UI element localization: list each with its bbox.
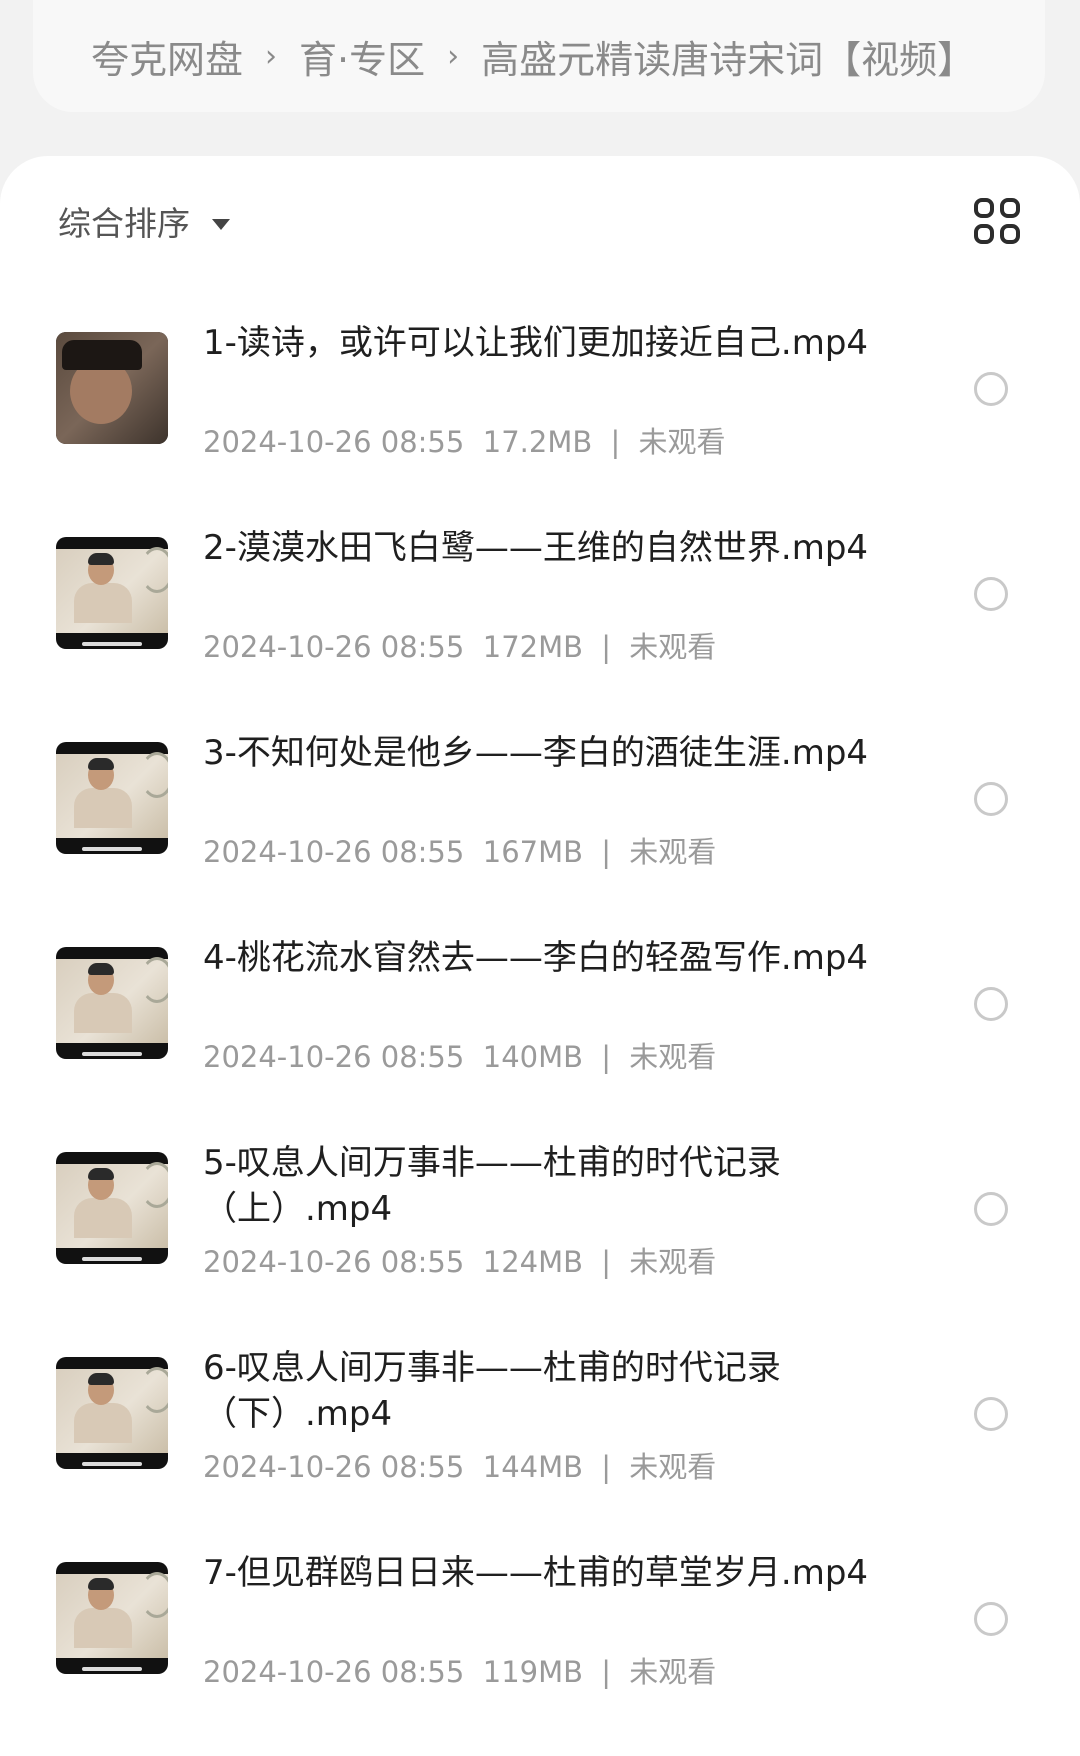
meta-separator: | (601, 630, 612, 664)
file-meta: 2024-10-26 08:55 140MB | 未观看 (203, 1037, 716, 1077)
file-list: 1-读诗，或许可以让我们更加接近自己.mp4 2024-10-26 08:55 … (0, 320, 1080, 1755)
watch-status: 未观看 (629, 1245, 717, 1279)
file-meta: 2024-10-26 08:55 144MB | 未观看 (203, 1447, 716, 1487)
select-radio[interactable] (974, 987, 1008, 1021)
file-row[interactable]: 4-桃花流水窅然去——李白的轻盈写作.mp4 2024-10-26 08:55 … (0, 935, 1080, 1140)
caret-down-icon (212, 218, 230, 230)
select-radio[interactable] (974, 372, 1008, 406)
grid-cell (1000, 198, 1020, 218)
file-row[interactable]: 7-但见群鸥日日来——杜甫的草堂岁月.mp4 2024-10-26 08:55 … (0, 1550, 1080, 1755)
video-thumbnail (56, 1357, 168, 1469)
chevron-right-icon: › (447, 38, 460, 74)
file-name: 5-叹息人间万事非——杜甫的时代记录（上）.mp4 (203, 1143, 781, 1229)
sort-dropdown[interactable]: 综合排序 (58, 196, 230, 246)
file-name: 2-漠漠水田飞白鹭——王维的自然世界.mp4 (203, 528, 869, 568)
file-date: 2024-10-26 08:55 (203, 1040, 465, 1074)
meta-separator: | (601, 1245, 612, 1279)
meta-separator: | (610, 425, 621, 459)
grid-view-icon[interactable] (974, 198, 1020, 244)
file-date: 2024-10-26 08:55 (203, 835, 465, 869)
watch-status: 未观看 (629, 1040, 717, 1074)
file-date: 2024-10-26 08:55 (203, 1655, 465, 1689)
video-thumbnail (56, 332, 168, 444)
grid-cell (1000, 224, 1020, 244)
breadcrumb-item-current: 高盛元精读唐诗宋词【视频】 (481, 37, 976, 82)
video-thumbnail (56, 947, 168, 1059)
file-meta: 2024-10-26 08:55 17.2MB | 未观看 (203, 422, 726, 462)
file-meta: 2024-10-26 08:55 172MB | 未观看 (203, 627, 716, 667)
meta-separator: | (601, 835, 612, 869)
file-row[interactable]: 3-不知何处是他乡——李白的酒徒生涯.mp4 2024-10-26 08:55 … (0, 730, 1080, 935)
file-date: 2024-10-26 08:55 (203, 630, 465, 664)
file-name: 3-不知何处是他乡——李白的酒徒生涯.mp4 (203, 733, 869, 773)
file-name: 1-读诗，或许可以让我们更加接近自己.mp4 (203, 323, 869, 363)
select-radio[interactable] (974, 1192, 1008, 1226)
breadcrumb: 夸克网盘 › 育·专区 › 高盛元精读唐诗宋词【视频】 (33, 0, 1045, 112)
select-radio[interactable] (974, 782, 1008, 816)
file-panel: 综合排序 1-读诗，或许可以让我们更加接近自己.mp4 2024-10-26 0… (0, 156, 1080, 1756)
chevron-right-icon: › (265, 38, 278, 74)
file-row[interactable]: 2-漠漠水田飞白鹭——王维的自然世界.mp4 2024-10-26 08:55 … (0, 525, 1080, 730)
file-size: 167MB (482, 835, 584, 869)
select-radio[interactable] (974, 577, 1008, 611)
file-meta: 2024-10-26 08:55 119MB | 未观看 (203, 1652, 716, 1692)
watch-status: 未观看 (629, 1450, 717, 1484)
file-name: 6-叹息人间万事非——杜甫的时代记录（下）.mp4 (203, 1348, 781, 1434)
breadcrumb-item-category[interactable]: 育·专区 (299, 29, 425, 84)
video-thumbnail (56, 1562, 168, 1674)
file-meta: 2024-10-26 08:55 167MB | 未观看 (203, 832, 716, 872)
meta-separator: | (601, 1655, 612, 1689)
breadcrumb-item-root[interactable]: 夸克网盘 (91, 29, 243, 84)
select-radio[interactable] (974, 1602, 1008, 1636)
watch-status: 未观看 (629, 630, 717, 664)
file-date: 2024-10-26 08:55 (203, 1245, 465, 1279)
video-thumbnail (56, 537, 168, 649)
meta-separator: | (601, 1040, 612, 1074)
file-row[interactable]: 1-读诗，或许可以让我们更加接近自己.mp4 2024-10-26 08:55 … (0, 320, 1080, 525)
file-size: 172MB (482, 630, 584, 664)
file-size: 124MB (482, 1245, 584, 1279)
sort-label: 综合排序 (58, 204, 190, 243)
select-radio[interactable] (974, 1397, 1008, 1431)
file-row[interactable]: 5-叹息人间万事非——杜甫的时代记录（上）.mp4 2024-10-26 08:… (0, 1140, 1080, 1345)
file-name: 7-但见群鸥日日来——杜甫的草堂岁月.mp4 (203, 1553, 869, 1593)
grid-cell (974, 198, 994, 218)
grid-cell (974, 224, 994, 244)
watch-status: 未观看 (629, 1655, 717, 1689)
file-row[interactable]: 6-叹息人间万事非——杜甫的时代记录（下）.mp4 2024-10-26 08:… (0, 1345, 1080, 1550)
meta-separator: | (601, 1450, 612, 1484)
file-size: 140MB (482, 1040, 584, 1074)
file-size: 119MB (482, 1655, 584, 1689)
file-size: 144MB (482, 1450, 584, 1484)
file-date: 2024-10-26 08:55 (203, 1450, 465, 1484)
file-meta: 2024-10-26 08:55 124MB | 未观看 (203, 1242, 716, 1282)
file-name: 4-桃花流水窅然去——李白的轻盈写作.mp4 (203, 938, 869, 978)
watch-status: 未观看 (638, 425, 726, 459)
video-thumbnail (56, 1152, 168, 1264)
file-date: 2024-10-26 08:55 (203, 425, 465, 459)
video-thumbnail (56, 742, 168, 854)
watch-status: 未观看 (629, 835, 717, 869)
file-size: 17.2MB (482, 425, 593, 459)
